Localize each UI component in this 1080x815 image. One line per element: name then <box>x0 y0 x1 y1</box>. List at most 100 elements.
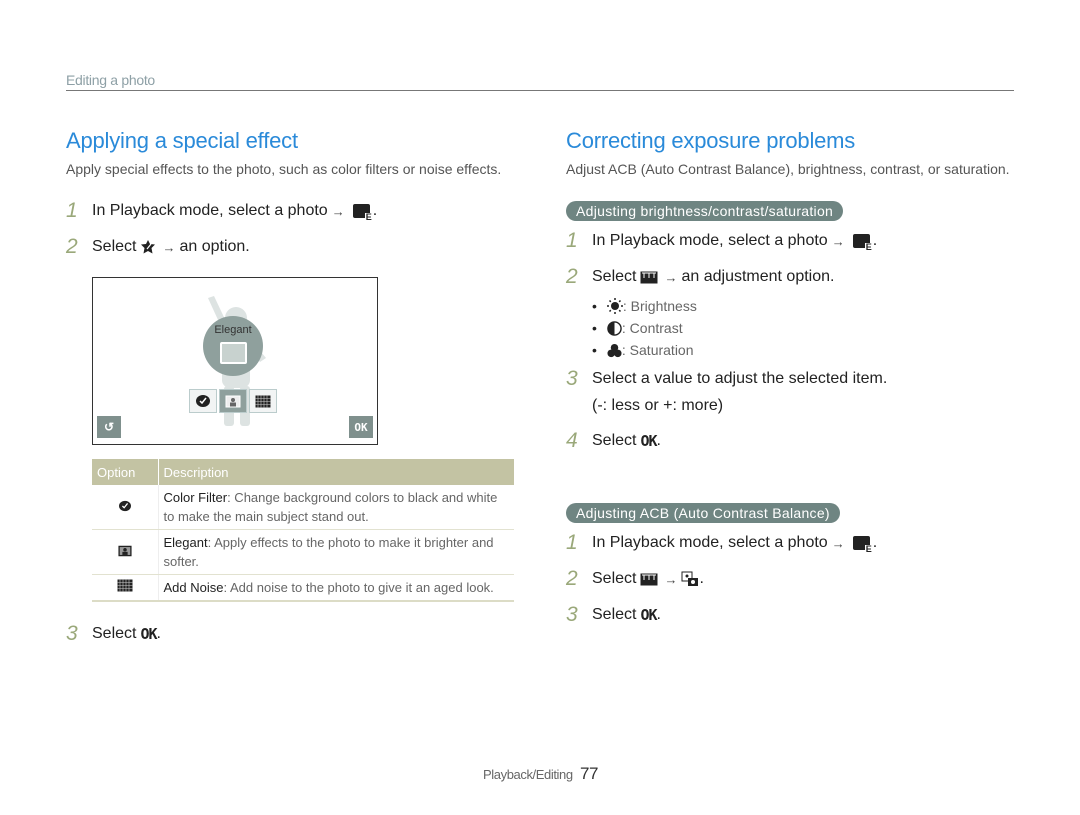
step-suffix: . <box>372 202 378 219</box>
step-2: 2 Select → . <box>566 561 1016 597</box>
edit-icon <box>852 234 873 252</box>
option-name: Color Filter <box>163 490 228 505</box>
contrast-icon <box>607 320 622 336</box>
arrow-icon: → <box>664 269 678 285</box>
step-3: 3 Select a value to adjust the selected … <box>566 361 1016 397</box>
step-number: 3 <box>566 603 578 626</box>
option-description: : Apply effects to the photo to make it … <box>163 535 494 569</box>
table-row: Elegant: Apply effects to the photo to m… <box>92 529 514 575</box>
step-3-note: (-: less or +: more) <box>592 397 724 414</box>
arrow-icon: → <box>331 203 345 219</box>
right-column: Correcting exposure problems Adjust ACB … <box>566 128 1016 633</box>
step-suffix: . <box>699 570 704 587</box>
step-after: an adjustment option. <box>681 268 835 285</box>
footer-label: Playback/Editing <box>483 767 573 782</box>
step-number: 2 <box>66 235 78 258</box>
title-exposure: Correcting exposure problems <box>566 128 856 153</box>
table-header-option: Option <box>92 459 159 485</box>
effect-preview-bubble: Elegant <box>203 316 263 376</box>
saturation-icon <box>607 343 622 357</box>
step-1: 1 In Playback mode, select a photo → . <box>566 223 1016 259</box>
list-item: : Contrast <box>592 317 1016 339</box>
step-2: 2 Select → an option. <box>66 229 516 265</box>
ok-icon: OK <box>640 606 657 624</box>
acb-icon <box>681 571 699 586</box>
step-text: Select <box>592 432 637 449</box>
step-text: Select <box>592 606 637 623</box>
step-text: In Playback mode, select a photo <box>92 202 328 219</box>
arrow-icon: → <box>664 571 678 587</box>
color-filter-icon <box>196 395 210 407</box>
step-number: 3 <box>66 622 78 645</box>
arrow-icon: → <box>831 233 845 249</box>
left-column: Applying a special effect Apply special … <box>66 128 516 652</box>
step-suffix: . <box>656 432 661 449</box>
step-number: 2 <box>566 265 578 288</box>
option-add-noise[interactable] <box>249 389 277 413</box>
elegant-icon <box>225 395 241 407</box>
adjust-icon <box>640 271 658 283</box>
page-number: 77 <box>579 764 599 783</box>
adjust-icon <box>640 573 658 585</box>
intro-exposure: Adjust ACB (Auto Contrast Balance), brig… <box>566 161 1010 177</box>
arrow-icon: → <box>162 239 176 255</box>
step-text: In Playback mode, select a photo <box>592 232 828 249</box>
step-4: 4 Select OK . <box>566 423 1016 459</box>
ok-icon: OK <box>640 432 657 450</box>
add-noise-icon <box>116 579 133 592</box>
brightness-icon <box>606 298 623 314</box>
elegant-preview-icon <box>220 342 247 364</box>
subheading-brightness-contrast-saturation: Adjusting brightness/contrast/saturation <box>566 201 844 221</box>
step-3: 3 Select OK . <box>66 616 516 652</box>
intro-special-effect: Apply special effects to the photo, such… <box>66 161 502 177</box>
step-text: Select <box>92 625 137 642</box>
step-number: 4 <box>566 429 578 452</box>
step-3: 3 Select OK . <box>566 597 1016 633</box>
step-text: Select <box>592 268 637 285</box>
option-name: Elegant <box>163 535 208 550</box>
adjustment-option-list: : Brightness : Contrast : Saturation <box>592 295 1016 361</box>
subheading-acb: Adjusting ACB (Auto Contrast Balance) <box>566 503 840 523</box>
step-text: Select <box>592 570 637 587</box>
option-elegant[interactable] <box>219 389 247 413</box>
section-header: Editing a photo <box>66 72 1014 91</box>
step-suffix: . <box>872 534 878 551</box>
list-item: : Brightness <box>592 295 1016 317</box>
arrow-icon: → <box>831 535 845 551</box>
table-row: Color Filter: Change background colors t… <box>92 485 514 530</box>
option-color-filter[interactable] <box>189 389 217 413</box>
edit-icon <box>852 536 873 554</box>
bullet-label: : Saturation <box>621 342 694 358</box>
back-button[interactable]: ↺ <box>97 416 121 438</box>
step-after: an option. <box>179 238 250 255</box>
page-footer: Playback/Editing 77 <box>483 764 598 784</box>
effect-options-table: Option Description Color Filter: Change … <box>92 459 514 602</box>
step-suffix: . <box>656 606 661 623</box>
step-suffix: . <box>156 625 161 642</box>
title-special-effect: Applying a special effect <box>66 128 298 153</box>
edit-icon <box>352 204 373 222</box>
step-number: 1 <box>566 531 578 554</box>
step-text: Select a value to adjust the selected it… <box>592 370 888 387</box>
special-effect-icon <box>141 240 156 254</box>
camera-screen-preview: Elegant ↺ OK <box>92 277 378 445</box>
ok-button[interactable]: OK <box>349 416 373 438</box>
step-2: 2 Select → an adjustment option. <box>566 259 1016 295</box>
bullet-label: : Contrast <box>621 320 683 336</box>
bullet-label: : Brightness <box>622 298 697 314</box>
step-number: 3 <box>566 367 578 390</box>
step-text: Select <box>92 238 137 255</box>
section-header-label: Editing a photo <box>66 72 155 88</box>
ok-icon: OK <box>140 625 157 643</box>
step-number: 1 <box>66 199 78 222</box>
step-suffix: . <box>872 232 878 249</box>
step-number: 2 <box>566 567 578 590</box>
effect-options <box>189 389 277 413</box>
step-text: In Playback mode, select a photo <box>592 534 828 551</box>
step-1: 1 In Playback mode, select a photo → . <box>566 525 1016 561</box>
bubble-label: Elegant <box>214 324 252 336</box>
option-name: Add Noise <box>163 580 224 595</box>
table-row: Add Noise: Add noise to the photo to giv… <box>92 574 514 602</box>
step-number: 1 <box>566 229 578 252</box>
option-description: : Add noise to the photo to give it an a… <box>223 580 494 595</box>
